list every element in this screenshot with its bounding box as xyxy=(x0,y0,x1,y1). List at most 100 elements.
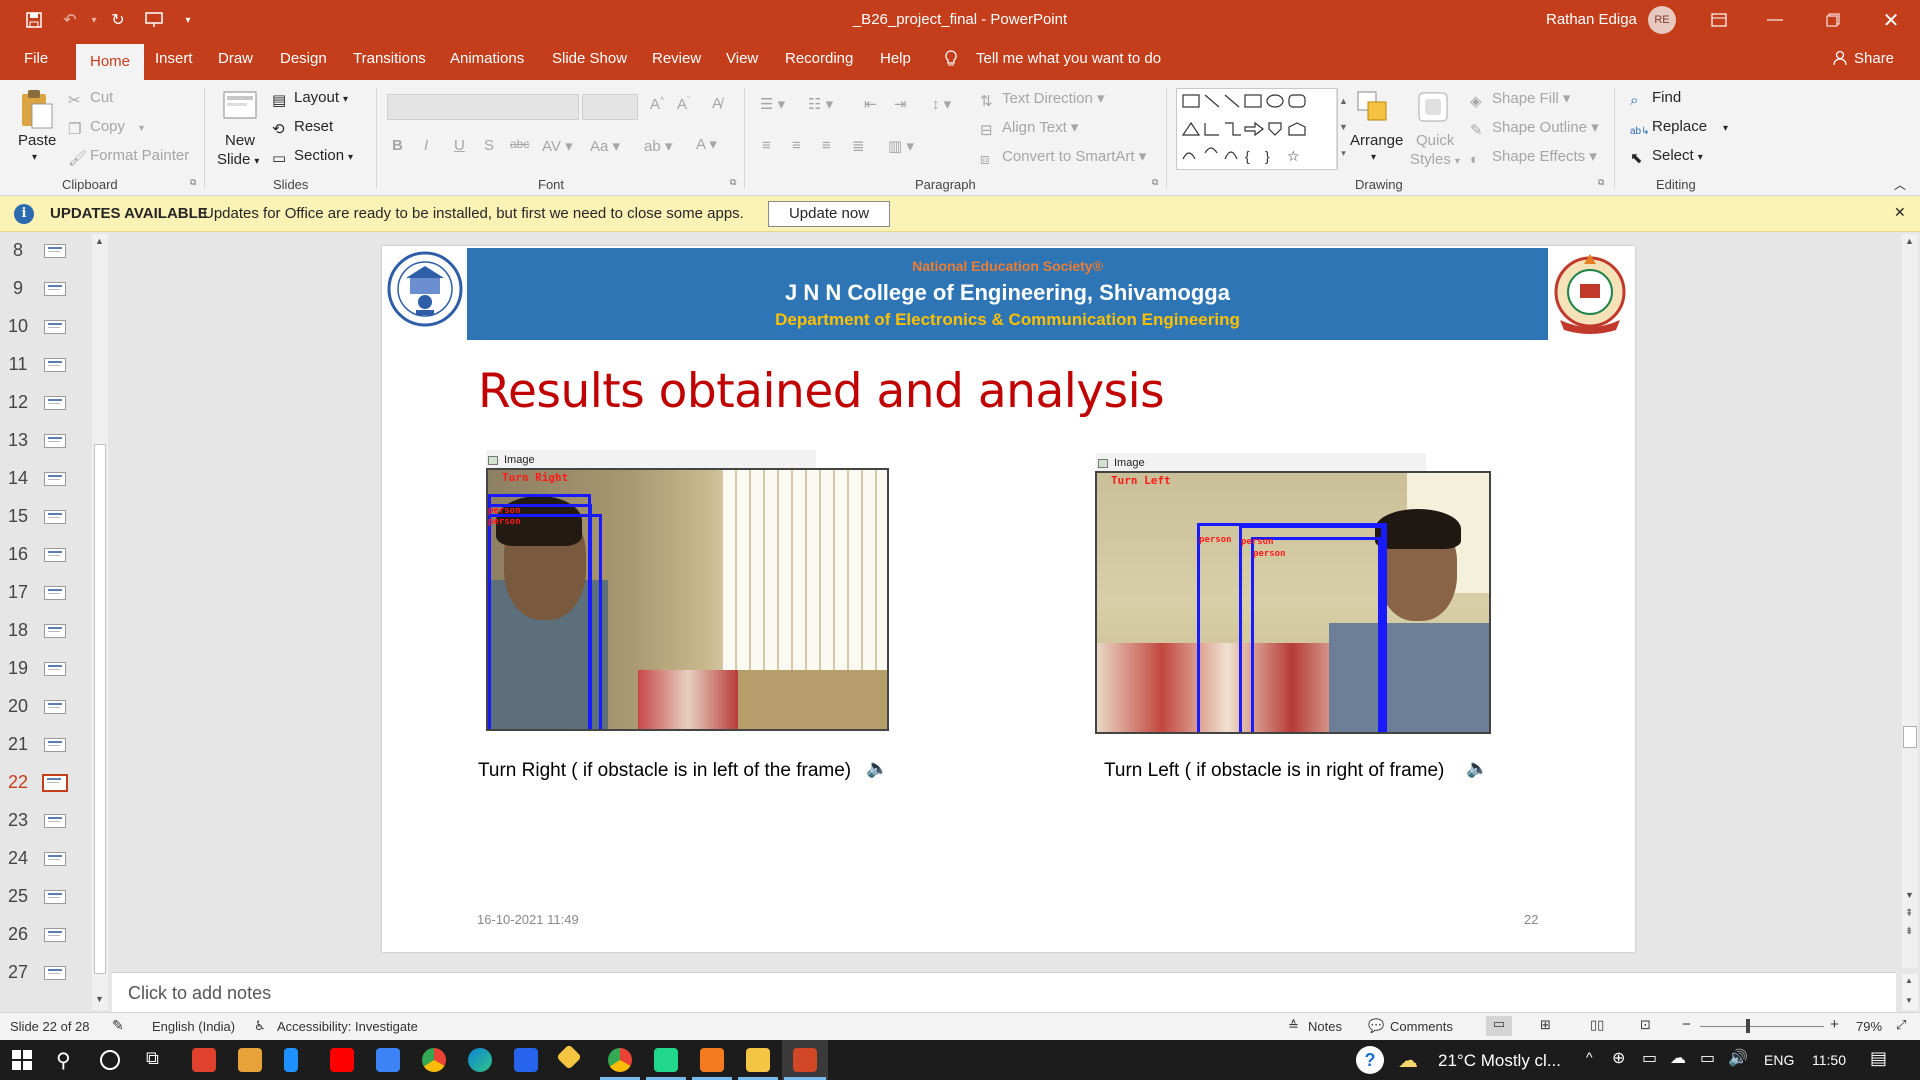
slide-thumbnail[interactable] xyxy=(44,548,66,562)
notes-icon[interactable]: ≙ xyxy=(1288,1018,1299,1034)
office-icon[interactable] xyxy=(192,1048,216,1072)
share-button[interactable]: Share xyxy=(1854,50,1894,67)
slide-thumbnail[interactable] xyxy=(44,510,66,524)
new-slide-icon[interactable] xyxy=(222,88,258,128)
layout-button[interactable]: ▤ Layout ▾ xyxy=(272,89,348,109)
slide-thumbnail[interactable] xyxy=(44,814,66,828)
scroll-up-icon[interactable]: ▲ xyxy=(1905,976,1913,985)
thumbnail-number[interactable]: 23 xyxy=(6,810,30,831)
tab-view[interactable]: View xyxy=(726,50,758,67)
slide-thumbnail[interactable] xyxy=(44,738,66,752)
input-language[interactable]: ENG xyxy=(1764,1052,1794,1068)
format-painter-button[interactable]: 🖌 Format Painter xyxy=(68,147,189,167)
task-view-icon[interactable]: ⧉ xyxy=(146,1048,159,1069)
xampp-icon[interactable] xyxy=(700,1048,724,1072)
text-direction-button[interactable]: ⇅ Text Direction ▾ xyxy=(980,89,1105,110)
cut-button[interactable]: ✂ Cut xyxy=(68,89,113,109)
notifications-icon[interactable]: ▤ xyxy=(1870,1048,1887,1069)
align-left-icon[interactable]: ≡ xyxy=(762,137,771,154)
thumbnail-number[interactable]: 27 xyxy=(6,962,30,983)
thumbnail-number[interactable]: 25 xyxy=(6,886,30,907)
quick-styles-icon[interactable] xyxy=(1416,90,1450,124)
speaker-icon[interactable]: 🔈 xyxy=(1466,758,1488,779)
quick-styles-button-line1[interactable]: Quick xyxy=(1416,132,1454,149)
decrease-indent-icon[interactable]: ⇤ xyxy=(864,95,877,113)
slide-thumbnail[interactable] xyxy=(44,282,66,296)
slide-thumbnail[interactable] xyxy=(44,662,66,676)
increase-indent-icon[interactable]: ⇥ xyxy=(894,95,907,113)
find-button[interactable]: ⌕ Find xyxy=(1630,89,1681,109)
collapse-ribbon-icon[interactable]: ︿ xyxy=(1894,176,1906,193)
cortana-icon[interactable] xyxy=(100,1050,120,1070)
shapes-gallery-scroll[interactable]: ▲ ▼ ▾ xyxy=(1336,88,1350,170)
tab-file[interactable]: File xyxy=(24,50,48,67)
weather-icon[interactable]: ☁ xyxy=(1398,1048,1418,1073)
quick-styles-button-line2[interactable]: Styles ▾ xyxy=(1410,151,1460,168)
slide-sorter-icon[interactable]: ⊞ xyxy=(1540,1017,1551,1033)
tab-design[interactable]: Design xyxy=(280,50,327,67)
battery-icon[interactable]: ▭ xyxy=(1700,1048,1715,1068)
update-now-button[interactable]: Update now xyxy=(768,201,890,227)
powerpoint-icon[interactable] xyxy=(793,1048,817,1072)
slide-thumbnail[interactable] xyxy=(44,966,66,980)
slide-thumbnail[interactable] xyxy=(42,774,68,792)
share-icon[interactable] xyxy=(1832,50,1848,70)
tab-home[interactable]: Home xyxy=(76,44,145,80)
slide-scroll-thumb[interactable] xyxy=(1903,726,1917,748)
section-button[interactable]: ▭ Section ▾ xyxy=(272,147,353,167)
scroll-down-icon[interactable]: ▼ xyxy=(95,994,104,1004)
font-color-icon[interactable]: A ▾ xyxy=(696,135,717,153)
align-center-icon[interactable]: ≡ xyxy=(792,137,801,154)
thumbnail-number[interactable]: 14 xyxy=(6,468,30,489)
notes-button[interactable]: Notes xyxy=(1308,1019,1342,1034)
slide-thumbnail[interactable] xyxy=(44,700,66,714)
comments-icon[interactable]: 💬 xyxy=(1368,1018,1384,1034)
clipboard-launcher-icon[interactable]: ⧉ xyxy=(190,177,196,188)
chrome-icon[interactable] xyxy=(608,1048,632,1072)
download-icon[interactable] xyxy=(514,1048,538,1072)
slideshow-view-icon[interactable]: ⊡ xyxy=(1640,1017,1651,1033)
app-diamond-icon[interactable] xyxy=(556,1044,582,1070)
scroll-up-icon[interactable]: ▲ xyxy=(95,236,104,246)
close-icon[interactable]: ✕ xyxy=(1868,0,1914,40)
slide-date[interactable]: 16-10-2021 11:49 xyxy=(477,912,579,927)
thumbnail-number[interactable]: 22 xyxy=(6,772,30,793)
tab-transitions[interactable]: Transitions xyxy=(353,50,426,67)
mail-icon[interactable] xyxy=(376,1048,400,1072)
paragraph-launcher-icon[interactable]: ⧉ xyxy=(1152,177,1158,188)
thumbnail-number[interactable]: 9 xyxy=(6,278,30,299)
scroll-down-icon[interactable]: ▼ xyxy=(1905,890,1914,900)
comments-button[interactable]: Comments xyxy=(1390,1019,1453,1034)
underline-icon[interactable]: U xyxy=(454,137,465,154)
slide-thumbnail[interactable] xyxy=(44,244,66,258)
slide-canvas[interactable]: National Education Society® J N N Colleg… xyxy=(382,246,1635,952)
slide-thumbnail[interactable] xyxy=(44,434,66,448)
close-message-icon[interactable]: ✕ xyxy=(1894,204,1906,221)
arrange-dropdown-icon[interactable]: ▾ xyxy=(1371,152,1376,163)
new-slide-button-line2[interactable]: Slide ▾ xyxy=(217,151,259,168)
ribbon-display-options-icon[interactable] xyxy=(1696,0,1742,40)
tell-me-search[interactable]: Tell me what you want to do xyxy=(976,50,1161,67)
cloud-offline-icon[interactable]: ☁ xyxy=(1670,1048,1686,1068)
avatar[interactable]: RE xyxy=(1648,6,1676,34)
normal-view-icon[interactable]: ▭ xyxy=(1486,1016,1512,1036)
chevron-up-icon[interactable]: ^ xyxy=(1586,1049,1593,1065)
bold-icon[interactable]: B xyxy=(392,137,403,154)
align-text-button[interactable]: ⊟ Align Text ▾ xyxy=(980,118,1078,139)
reading-view-icon[interactable]: ▯▯ xyxy=(1590,1017,1604,1033)
increase-font-size-icon[interactable]: A^ xyxy=(650,95,664,113)
justify-icon[interactable]: ≣ xyxy=(852,137,865,155)
thumbnail-scrollbar[interactable]: ▲ ▼ xyxy=(92,234,108,1010)
thumbnail-number[interactable]: 21 xyxy=(6,734,30,755)
fit-to-window-icon[interactable]: ⤢ xyxy=(1896,1017,1906,1033)
zoom-in-icon[interactable]: + xyxy=(1830,1016,1839,1033)
slide-thumbnail[interactable] xyxy=(44,890,66,904)
thumbnail-number[interactable]: 15 xyxy=(6,506,30,527)
slide-thumbnail[interactable] xyxy=(44,320,66,334)
strikethrough-icon[interactable]: abc xyxy=(510,137,529,151)
tab-insert[interactable]: Insert xyxy=(155,50,193,67)
slide-thumbnail[interactable] xyxy=(44,396,66,410)
tab-review[interactable]: Review xyxy=(652,50,701,67)
notes-placeholder[interactable]: Click to add notes xyxy=(128,983,271,1004)
scroll-down-icon[interactable]: ▼ xyxy=(1905,996,1913,1005)
